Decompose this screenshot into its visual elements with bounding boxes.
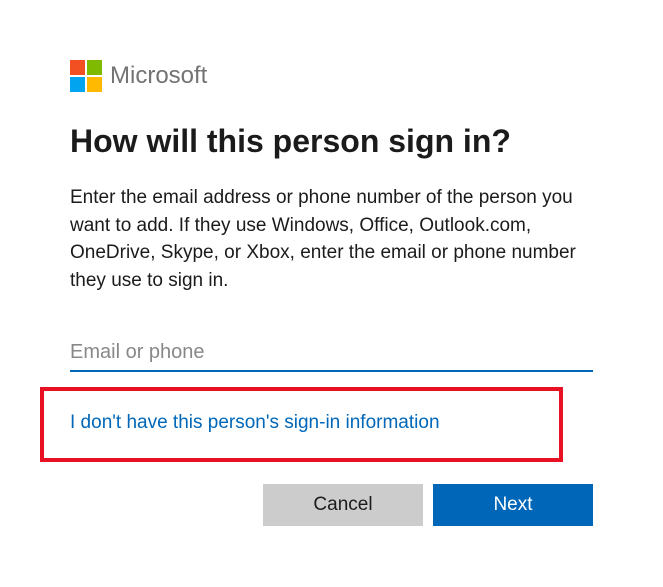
page-title: How will this person sign in? — [70, 122, 593, 160]
no-signin-info-link[interactable]: I don't have this person's sign-in infor… — [70, 412, 440, 434]
cancel-button[interactable]: Cancel — [263, 484, 423, 526]
dialog-buttons: Cancel Next — [70, 484, 593, 526]
brand-row: Microsoft — [70, 60, 593, 92]
instruction-text: Enter the email address or phone number … — [70, 184, 593, 294]
microsoft-logo-icon — [70, 60, 102, 92]
signin-dialog: Microsoft How will this person sign in? … — [0, 0, 663, 566]
brand-name: Microsoft — [110, 62, 207, 90]
email-or-phone-input[interactable] — [70, 335, 593, 372]
next-button[interactable]: Next — [433, 484, 593, 526]
